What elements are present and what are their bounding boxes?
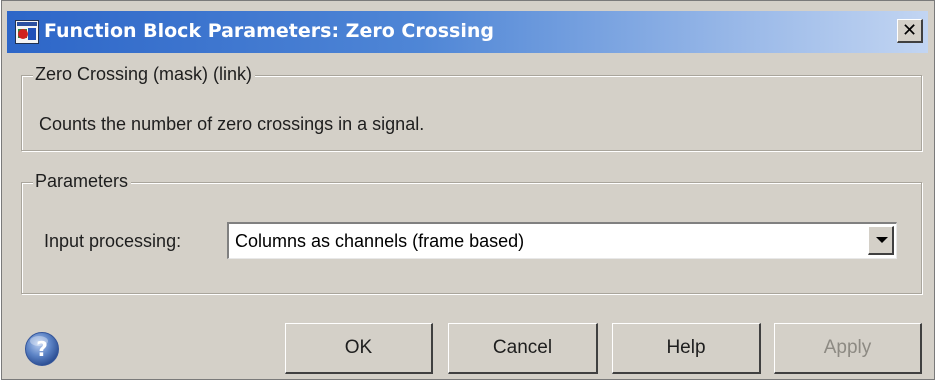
description-group-legend: Zero Crossing (mask) (link) [33, 64, 256, 85]
ok-button[interactable]: OK [285, 323, 433, 374]
window-title: Function Block Parameters: Zero Crossing [44, 20, 494, 42]
dialog-window: Function Block Parameters: Zero Crossing… [1, 0, 935, 380]
dropdown-arrow-button[interactable] [868, 226, 894, 255]
chevron-down-icon [876, 237, 888, 243]
close-icon: ✕ [901, 20, 918, 41]
close-button[interactable]: ✕ [897, 19, 923, 43]
help-question-icon[interactable]: ? [24, 331, 60, 367]
input-processing-value: Columns as channels (frame based) [235, 231, 525, 251]
simulink-block-icon [15, 20, 39, 44]
description-group: Zero Crossing (mask) (link) Counts the n… [21, 64, 922, 151]
block-description: Counts the number of zero crossings in a… [39, 114, 425, 134]
parameters-group: Parameters Input processing: Columns as … [21, 171, 922, 294]
cancel-button[interactable]: Cancel [448, 323, 598, 374]
input-processing-label: Input processing: [44, 231, 182, 251]
apply-button[interactable]: Apply [774, 323, 922, 374]
title-bar[interactable]: Function Block Parameters: Zero Crossing… [7, 11, 928, 53]
parameters-group-legend: Parameters [33, 171, 132, 192]
help-button[interactable]: Help [612, 323, 761, 374]
input-processing-dropdown[interactable]: Columns as channels (frame based) [227, 222, 897, 259]
svg-text:?: ? [36, 337, 48, 361]
